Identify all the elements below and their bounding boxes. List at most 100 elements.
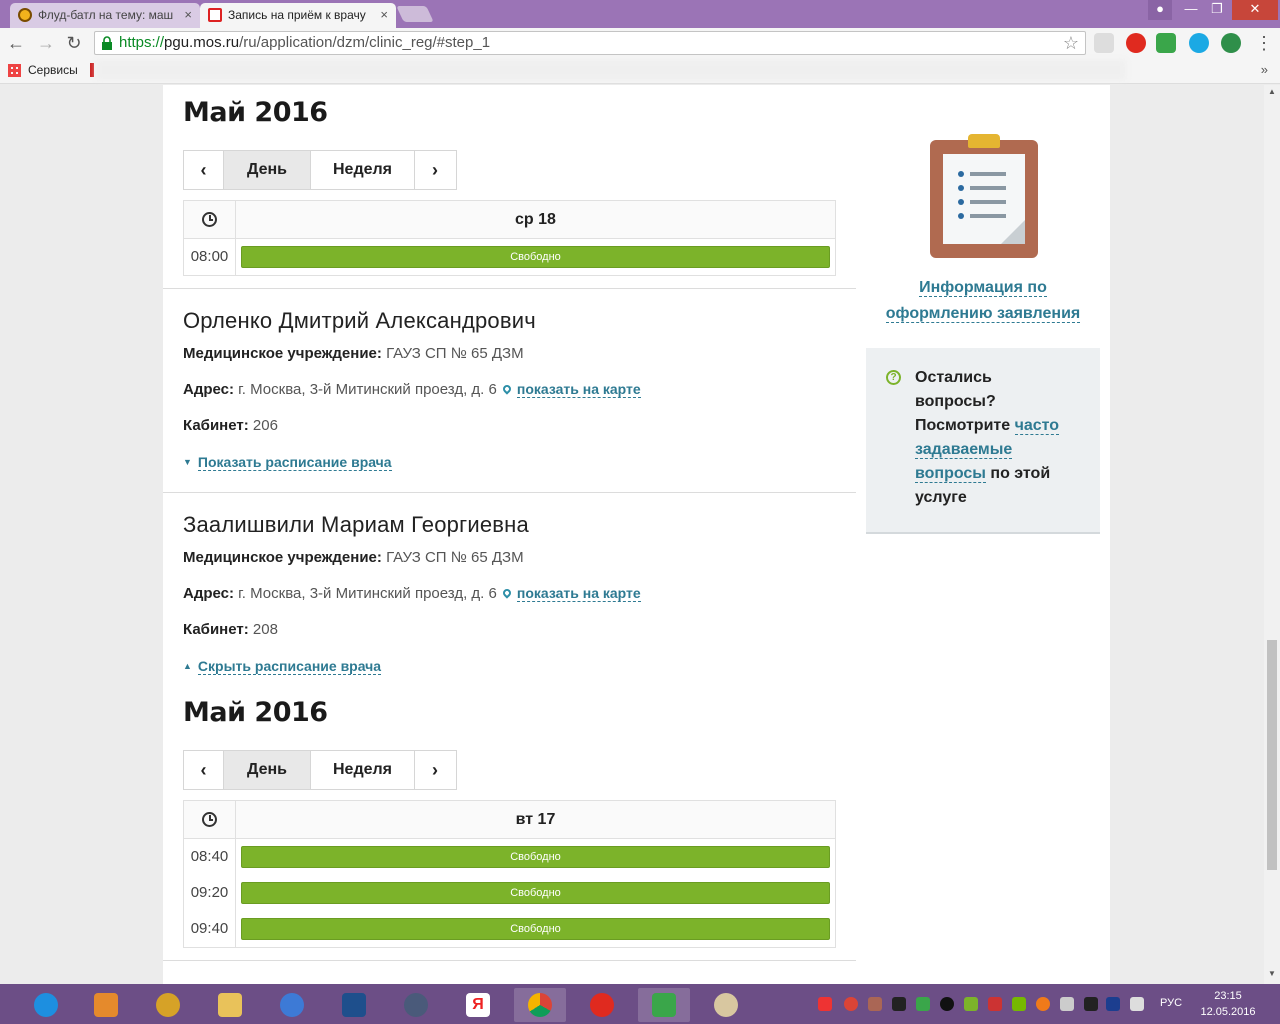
tray-app-icon[interactable] (916, 997, 930, 1011)
prev-button[interactable]: ‹ (184, 151, 224, 189)
bookmark-icon[interactable] (90, 63, 94, 77)
sidebar: Информация по оформлению заявления ? Оста… (856, 85, 1110, 984)
schedule-row: 09:40 Свободно (184, 911, 835, 947)
tray-nvidia-icon[interactable] (1012, 997, 1026, 1011)
schedule-header: ср 18 (184, 201, 835, 239)
moon-app-icon[interactable] (266, 988, 318, 1022)
month-title: Май 2016 (183, 697, 328, 728)
media-player-icon[interactable] (80, 988, 132, 1022)
scroll-down-arrow-icon[interactable]: ▼ (1264, 969, 1280, 978)
menu-icon[interactable]: ⋮ (1252, 31, 1276, 55)
tab-flood-battle[interactable]: Флуд-батл на тему: маш × (10, 3, 200, 28)
prev-button[interactable]: ‹ (184, 751, 224, 789)
divider (163, 960, 856, 961)
schedule-table: ср 18 08:00 Свободно (183, 200, 836, 276)
bookmarks-overflow[interactable]: » (1261, 58, 1268, 82)
close-window-button[interactable]: ✕ (1232, 0, 1278, 20)
slot-time: 09:40 (184, 911, 236, 947)
extension-skype-icon[interactable] (1189, 33, 1209, 53)
slot-time: 08:00 (184, 239, 236, 275)
new-tab-button[interactable] (396, 6, 434, 22)
browser-toolbar: ← → ↻ https://pgu.mos.ru/ru/application/… (0, 28, 1280, 58)
day-view-button[interactable]: День (224, 151, 311, 189)
address-bar[interactable]: https://pgu.mos.ru/ru/application/dzm/cl… (94, 31, 1086, 55)
application-info-link[interactable]: Информация по оформлению заявления (880, 275, 1086, 327)
view-switcher: ‹ День Неделя › (183, 750, 457, 790)
extension-globe-icon[interactable] (1221, 33, 1241, 53)
language-indicator-icon[interactable] (1106, 997, 1120, 1011)
extension-opera-icon[interactable] (1126, 33, 1146, 53)
chrome-icon[interactable] (514, 988, 566, 1022)
faq-box: ? Остались вопросы? Посмотрите часто зад… (866, 348, 1100, 534)
faq-link[interactable]: часто (1014, 417, 1060, 435)
page-viewport: Май 2016 ‹ День Неделя › ср 18 08:00 Сво… (0, 85, 1264, 984)
day-view-button[interactable]: День (224, 751, 311, 789)
day-header: вт 17 (515, 811, 556, 828)
yandex-browser-icon[interactable] (576, 988, 628, 1022)
extension-roboform-icon[interactable] (1156, 33, 1176, 53)
yandex-icon[interactable]: Я (452, 988, 504, 1022)
schedule-row: 09:20 Свободно (184, 875, 835, 911)
clock-date[interactable]: 12.05.2016 (1196, 1006, 1260, 1018)
apps-grid-icon[interactable] (8, 64, 21, 77)
schedule-table: вт 17 08:40 Свободно 09:20 Свободно 09:4… (183, 800, 836, 948)
blurred-bookmarks (96, 60, 1126, 80)
maximize-button[interactable]: ❐ (1204, 0, 1230, 20)
tray-app-icon[interactable] (964, 997, 978, 1011)
paint-icon[interactable] (700, 988, 752, 1022)
forward-arrow-icon[interactable]: → (34, 31, 58, 55)
internet-explorer-icon[interactable] (20, 988, 72, 1022)
back-arrow-icon[interactable]: ← (4, 31, 28, 55)
tray-app-icon[interactable] (868, 997, 882, 1011)
show-on-map-link[interactable]: показать на карте (516, 381, 641, 398)
next-button[interactable]: › (415, 751, 455, 789)
tray-app-icon[interactable] (940, 997, 954, 1011)
tray-app-icon[interactable] (818, 997, 832, 1011)
tray-app-icon[interactable] (1084, 997, 1098, 1011)
minimize-button[interactable]: — (1178, 0, 1204, 20)
view-switcher: ‹ День Неделя › (183, 150, 457, 190)
free-slot-button[interactable]: Свободно (241, 882, 830, 904)
free-slot-button[interactable]: Свободно (241, 918, 830, 940)
roboform-icon[interactable] (638, 988, 690, 1022)
week-view-button[interactable]: Неделя (311, 751, 415, 789)
doctor-name: Орленко Дмитрий Александрович (183, 308, 536, 333)
tray-app-icon[interactable] (988, 997, 1002, 1011)
user-profile-icon[interactable]: ● (1148, 0, 1172, 20)
next-button[interactable]: › (415, 151, 455, 189)
hide-schedule-toggle[interactable]: ▲ Скрыть расписание врача (183, 658, 382, 675)
question-icon: ? (886, 370, 901, 385)
reload-icon[interactable]: ↻ (62, 31, 86, 55)
tray-app-icon[interactable] (1036, 997, 1050, 1011)
clock-icon (184, 201, 236, 238)
week-view-button[interactable]: Неделя (311, 151, 415, 189)
scroll-up-arrow-icon[interactable]: ▲ (1264, 87, 1280, 96)
map-pin-icon (501, 383, 513, 395)
close-tab-icon[interactable]: × (380, 3, 388, 27)
page-scrollbar[interactable]: ▲ ▼ (1264, 85, 1280, 984)
dark-app-icon[interactable] (390, 988, 442, 1022)
keyboard-language[interactable]: РУС (1154, 997, 1188, 1009)
close-tab-icon[interactable]: × (184, 3, 192, 27)
show-on-map-link[interactable]: показать на карте (516, 585, 641, 602)
tray-chrome-icon[interactable] (844, 997, 858, 1011)
free-slot-button[interactable]: Свободно (241, 246, 830, 268)
divider (163, 492, 856, 493)
bookmark-star-icon[interactable]: ☆ (1063, 32, 1079, 54)
tab-clinic-reg[interactable]: Запись на приём к врачу × (200, 3, 396, 28)
extension-shield-icon[interactable] (1094, 33, 1114, 53)
show-schedule-toggle[interactable]: ▼ Показать расписание врача (183, 454, 392, 471)
scrollbar-thumb[interactable] (1267, 640, 1277, 870)
file-explorer-icon[interactable] (204, 988, 256, 1022)
volume-icon[interactable] (1060, 997, 1074, 1011)
divider (163, 288, 856, 289)
faq-link[interactable]: вопросы (915, 465, 986, 483)
tray-app-icon[interactable] (892, 997, 906, 1011)
bookmark-services[interactable]: Сервисы (28, 58, 78, 82)
free-slot-button[interactable]: Свободно (241, 846, 830, 868)
faq-link[interactable]: задаваемые (915, 441, 1013, 459)
action-center-flag-icon[interactable] (1130, 997, 1144, 1011)
blue-app-icon[interactable] (328, 988, 380, 1022)
game-launcher-icon[interactable] (142, 988, 194, 1022)
clock-time[interactable]: 23:15 (1196, 990, 1260, 1002)
